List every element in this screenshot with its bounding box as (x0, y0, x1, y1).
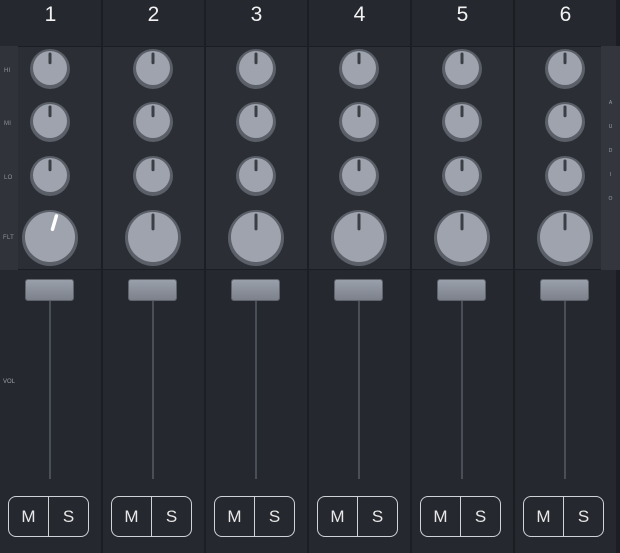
volume-fader-handle[interactable] (540, 279, 589, 301)
knob-hi[interactable] (441, 48, 483, 90)
mute-button[interactable]: M (421, 497, 460, 536)
knob-lo[interactable] (235, 155, 277, 197)
mute-button[interactable]: M (9, 497, 48, 536)
solo-button[interactable]: S (563, 497, 603, 536)
channel-strip-4: 4 MS (309, 0, 410, 553)
volume-fader-handle[interactable] (25, 279, 74, 301)
knob-mi[interactable] (544, 101, 586, 143)
volume-fader-handle[interactable] (128, 279, 177, 301)
volume-fader-track[interactable] (255, 300, 257, 479)
knob-filter[interactable] (21, 209, 79, 267)
solo-button[interactable]: S (254, 497, 294, 536)
knob-lo[interactable] (544, 155, 586, 197)
mute-solo-group: MS (8, 496, 89, 537)
knob-filter[interactable] (433, 209, 491, 267)
volume-fader-handle[interactable] (231, 279, 280, 301)
knob-mi[interactable] (235, 101, 277, 143)
mute-solo-group: MS (523, 496, 604, 537)
label-hi: HI (4, 68, 11, 74)
mute-button[interactable]: M (215, 497, 254, 536)
knob-mi[interactable] (29, 101, 71, 143)
knob-filter[interactable] (227, 209, 285, 267)
volume-fader-track[interactable] (152, 300, 154, 479)
channel-strip-3: 3 MS (206, 0, 307, 553)
volume-fader-track[interactable] (564, 300, 566, 479)
knob-filter[interactable] (536, 209, 594, 267)
channel-number: 5 (456, 3, 469, 26)
channel-number: 4 (353, 3, 366, 26)
knob-hi[interactable] (132, 48, 174, 90)
volume-fader-track[interactable] (461, 300, 463, 479)
solo-button[interactable]: S (460, 497, 500, 536)
knob-lo[interactable] (29, 155, 71, 197)
knob-lo[interactable] (132, 155, 174, 197)
knob-hi[interactable] (235, 48, 277, 90)
knob-mi[interactable] (132, 101, 174, 143)
mixer: 6MS5MS4MS3MS2MS1MS HI MI LO FLT VOL A U … (0, 0, 620, 553)
mute-solo-group: MS (317, 496, 398, 537)
volume-fader-track[interactable] (49, 300, 51, 479)
channel-number: 2 (147, 3, 160, 26)
mute-solo-group: MS (420, 496, 501, 537)
channel-strip-5: 5 MS (412, 0, 513, 553)
knob-hi[interactable] (29, 48, 71, 90)
mute-button[interactable]: M (524, 497, 563, 536)
mute-solo-group: MS (214, 496, 295, 537)
solo-button[interactable]: S (357, 497, 397, 536)
volume-fader-handle[interactable] (334, 279, 383, 301)
knob-lo[interactable] (338, 155, 380, 197)
label-vol: VOL (3, 379, 16, 385)
channel-number: 3 (250, 3, 263, 26)
knob-hi[interactable] (544, 48, 586, 90)
side-letter: D (608, 148, 613, 154)
knob-mi[interactable] (441, 101, 483, 143)
channel-strip-2: 2 MS (103, 0, 204, 553)
mute-button[interactable]: M (318, 497, 357, 536)
solo-button[interactable]: S (151, 497, 191, 536)
channel-number: 6 (559, 3, 572, 26)
volume-fader-handle[interactable] (437, 279, 486, 301)
side-letter: U (608, 124, 613, 130)
side-letter: I (609, 172, 612, 178)
knob-filter[interactable] (124, 209, 182, 267)
side-letter: O (608, 196, 613, 202)
mute-solo-group: MS (111, 496, 192, 537)
mute-button[interactable]: M (112, 497, 151, 536)
audio-side-label: A U D I O (601, 46, 620, 270)
row-label-strip: HI MI LO FLT (0, 46, 18, 270)
solo-button[interactable]: S (48, 497, 88, 536)
label-flt: FLT (3, 235, 15, 241)
label-lo: LO (4, 175, 13, 181)
knob-mi[interactable] (338, 101, 380, 143)
knob-filter[interactable] (330, 209, 388, 267)
label-mi: MI (4, 121, 12, 127)
knob-hi[interactable] (338, 48, 380, 90)
knob-lo[interactable] (441, 155, 483, 197)
side-letter: A (608, 100, 613, 106)
volume-fader-track[interactable] (358, 300, 360, 479)
channel-number: 1 (44, 3, 57, 26)
